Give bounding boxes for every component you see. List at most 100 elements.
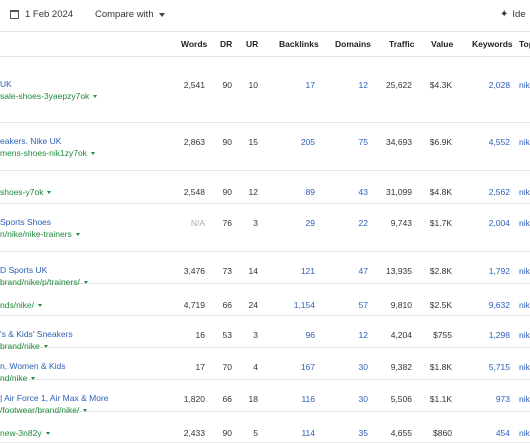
cell-words: 4,719 xyxy=(183,300,205,310)
cell-top-keyword[interactable]: nike xyxy=(519,80,530,90)
url-dropdown-icon[interactable] xyxy=(38,303,43,307)
col-words[interactable]: Words xyxy=(181,39,207,49)
page-title-link[interactable]: Sports Shoes xyxy=(0,217,51,227)
cell-keywords[interactable]: 2,562 xyxy=(489,187,510,197)
calendar-icon xyxy=(10,10,19,19)
cell-backlinks[interactable]: 89 xyxy=(306,187,315,197)
col-dr[interactable]: DR xyxy=(220,39,232,49)
cell-top-keyword[interactable]: nike xyxy=(519,300,530,310)
compare-label: Compare with xyxy=(95,9,154,20)
cell-keywords[interactable]: 1,792 xyxy=(489,266,510,276)
cell-domains[interactable]: 47 xyxy=(359,266,368,276)
cell-dr: 90 xyxy=(222,187,232,197)
cell-traffic: 25,622 xyxy=(386,80,412,90)
date-label: 1 Feb 2024 xyxy=(25,9,74,20)
page-url-link[interactable]: new-3n82y xyxy=(0,428,50,438)
cell-keywords[interactable]: 9,632 xyxy=(489,300,510,310)
cell-backlinks[interactable]: 96 xyxy=(306,330,315,340)
page-title-link[interactable]: UK xyxy=(0,79,12,89)
page-title-link[interactable]: D Sports UK xyxy=(0,265,47,275)
cell-domains[interactable]: 30 xyxy=(359,394,368,404)
cell-words: 2,863 xyxy=(183,137,205,147)
cell-domains[interactable]: 30 xyxy=(359,362,368,372)
cell-keywords[interactable]: 4,552 xyxy=(489,137,510,147)
col-value[interactable]: Value xyxy=(431,39,453,49)
table-row: n, Women & Kids nd/nike 17 70 4 167 30 9,382 $1.… xyxy=(0,347,530,383)
page-url-link[interactable]: nds/nike/ xyxy=(0,300,43,310)
cell-backlinks[interactable]: 205 xyxy=(301,137,315,147)
cell-backlinks[interactable]: 114 xyxy=(301,428,315,438)
cell-top-keyword[interactable]: nike xyxy=(519,428,530,438)
page-url-link[interactable]: n/nike/nike-trainers xyxy=(0,229,80,239)
url-dropdown-icon[interactable] xyxy=(93,94,98,98)
page-url-link[interactable]: mens-shoes-nik1zy7ok xyxy=(0,148,95,158)
cell-traffic: 4,655 xyxy=(390,428,412,438)
cell-top-keyword[interactable]: nike xyxy=(519,362,530,372)
cell-backlinks[interactable]: 17 xyxy=(306,80,315,90)
cell-traffic: 9,382 xyxy=(390,362,412,372)
cell-domains[interactable]: 43 xyxy=(359,187,368,197)
cell-keywords[interactable]: 454 xyxy=(496,428,510,438)
date-picker[interactable]: 1 Feb 2024 xyxy=(10,9,73,20)
cell-value: $2.5K xyxy=(429,300,452,310)
cell-keywords[interactable]: 973 xyxy=(496,394,510,404)
cell-top-keyword[interactable]: nike xyxy=(519,266,530,276)
cell-domains[interactable]: 75 xyxy=(359,137,368,147)
col-top[interactable]: Top xyxy=(519,39,530,49)
url-dropdown-icon[interactable] xyxy=(90,151,95,155)
cell-top-keyword[interactable]: nike xyxy=(519,137,530,147)
cell-domains[interactable]: 12 xyxy=(359,80,368,90)
cell-keywords[interactable]: 2,004 xyxy=(489,218,510,228)
cell-dr: 66 xyxy=(222,394,232,404)
cell-ur: 10 xyxy=(248,80,258,90)
url-dropdown-icon[interactable] xyxy=(47,190,52,194)
table-row: eakers. Nike UK mens-shoes-nik1zy7ok 2,863… xyxy=(0,122,530,171)
cell-top-keyword[interactable]: nike xyxy=(519,394,530,404)
url-text: nds/nike/ xyxy=(0,300,35,310)
cell-ur: 15 xyxy=(248,137,258,147)
cell-backlinks[interactable]: 116 xyxy=(301,394,315,404)
cell-keywords[interactable]: 1,298 xyxy=(489,330,510,340)
col-traffic[interactable]: Traffic xyxy=(389,39,415,49)
compare-dropdown[interactable]: Compare with xyxy=(95,9,165,20)
cell-dr: 53 xyxy=(222,330,232,340)
page-url-link[interactable]: sale-shoes-3yaepzy7ok xyxy=(0,91,98,101)
cell-backlinks[interactable]: 1,154 xyxy=(294,300,315,310)
cell-backlinks[interactable]: 121 xyxy=(301,266,315,276)
cell-domains[interactable]: 35 xyxy=(359,428,368,438)
page-title-link[interactable]: eakers. Nike UK xyxy=(0,136,61,146)
cell-domains[interactable]: 57 xyxy=(359,300,368,310)
cell-top-keyword[interactable]: nike xyxy=(519,330,530,340)
cell-keywords[interactable]: 5,715 xyxy=(489,362,510,372)
page-title-link[interactable]: 's & Kids' Sneakers xyxy=(0,329,73,339)
cell-backlinks[interactable]: 29 xyxy=(306,218,315,228)
cell-domains[interactable]: 22 xyxy=(359,218,368,228)
page-title-link[interactable]: n, Women & Kids xyxy=(0,361,66,371)
url-text: n/nike/nike-trainers xyxy=(0,229,72,239)
col-domains[interactable]: Domains xyxy=(335,39,371,49)
url-dropdown-icon[interactable] xyxy=(45,431,50,435)
cell-dr: 70 xyxy=(222,362,232,372)
cell-backlinks[interactable]: 167 xyxy=(301,362,315,372)
cell-top-keyword[interactable]: nike xyxy=(519,187,530,197)
col-backlinks[interactable]: Backlinks xyxy=(279,39,319,49)
url-dropdown-icon[interactable] xyxy=(75,232,80,236)
ideas-button[interactable]: ✦ Ide xyxy=(500,9,526,20)
table-header: Words DR UR Backlinks Domains Traffic Va… xyxy=(0,31,530,57)
chevron-down-icon xyxy=(158,12,165,17)
col-ur[interactable]: UR xyxy=(246,39,258,49)
cell-traffic: 31,099 xyxy=(386,187,412,197)
table-row: 's & Kids' Sneakers brand/nike 16 53 3 96 12 4,… xyxy=(0,315,530,351)
cell-words: 2,548 xyxy=(183,187,205,197)
cell-words: 2,433 xyxy=(183,428,205,438)
col-keywords[interactable]: Keywords xyxy=(472,39,513,49)
cell-domains[interactable]: 12 xyxy=(359,330,368,340)
cell-keywords[interactable]: 2,028 xyxy=(489,80,510,90)
cell-top-keyword[interactable]: nike xyxy=(519,218,530,228)
cell-ur: 5 xyxy=(253,428,258,438)
table-row: | Air Force 1, Air Max & More/footwear/b… xyxy=(0,379,530,415)
cell-traffic: 9,810 xyxy=(390,300,412,310)
page-url-link[interactable]: shoes-y7ok xyxy=(0,187,52,197)
page-title-link[interactable]: | Air Force 1, Air Max & More xyxy=(0,393,109,403)
cell-words: 16 xyxy=(195,330,205,340)
